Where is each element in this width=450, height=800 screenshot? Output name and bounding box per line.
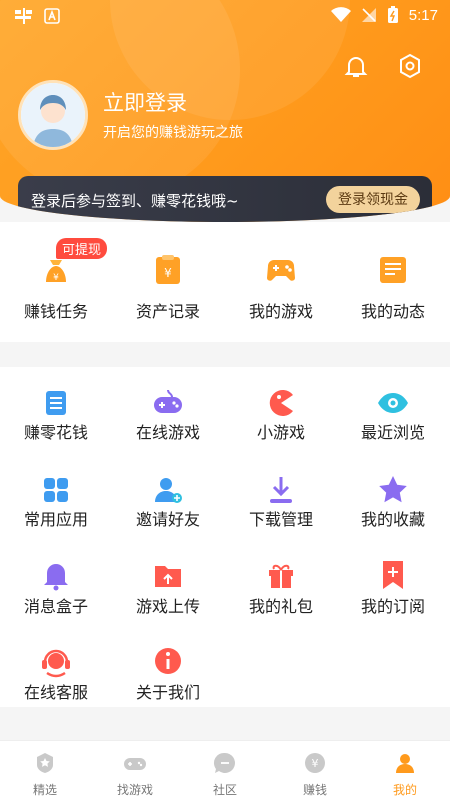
grid-item-favorites[interactable]: 我的收藏 bbox=[337, 452, 449, 537]
banner-text: 登录后参与签到、赚零花钱哦~ bbox=[31, 192, 239, 210]
gamepad-icon bbox=[267, 260, 295, 281]
nav-find-games[interactable]: 找游戏 bbox=[90, 741, 180, 800]
nav-featured[interactable]: 精选 bbox=[0, 741, 90, 800]
avatar[interactable] bbox=[18, 80, 88, 150]
bell-icon bbox=[44, 564, 68, 591]
login-cash-button[interactable]: 登录领现金 bbox=[326, 186, 420, 213]
grid-item-customer-service[interactable]: 在线客服 bbox=[0, 625, 112, 710]
bell-icon[interactable] bbox=[342, 52, 370, 80]
bottom-navigation: 精选 找游戏 社区 ¥ 赚钱 我的 bbox=[0, 740, 450, 800]
quick-item-label: 我的动态 bbox=[360, 302, 425, 321]
profile-header: 5:17 立即登录 开启您的赚钱游玩之旅 登录后参与签到、赚零花钱哦~ 登录领现… bbox=[0, 0, 450, 222]
nav-label: 我的 bbox=[392, 783, 417, 797]
login-banner[interactable]: 登录后参与签到、赚零花钱哦~ 登录领现金 bbox=[18, 176, 432, 222]
find-game-icon bbox=[124, 758, 146, 770]
bookmark-plus-icon bbox=[383, 561, 403, 589]
upload-folder-icon bbox=[155, 566, 181, 587]
quick-item-label: 赚钱任务 bbox=[23, 302, 88, 321]
grid-item-pocket-money[interactable]: 赚零花钱 bbox=[0, 367, 112, 452]
earn-icon: ¥ bbox=[305, 753, 325, 773]
status-bar: 5:17 bbox=[0, 0, 450, 32]
invite-user-icon bbox=[155, 478, 182, 503]
quick-item-earn-tasks[interactable]: ¥ 可提现 赚钱任务 bbox=[0, 222, 112, 342]
headset-icon bbox=[42, 649, 70, 678]
grid-item-recent-browse[interactable]: 最近浏览 bbox=[337, 367, 449, 452]
svg-text:¥: ¥ bbox=[312, 757, 319, 770]
grid-item-label: 我的礼包 bbox=[248, 597, 313, 616]
grid-item-label: 在线游戏 bbox=[135, 423, 200, 442]
grid-item-label: 邀请好友 bbox=[135, 510, 200, 529]
controller-icon bbox=[154, 389, 182, 413]
apps-icon bbox=[44, 478, 68, 502]
grid-item-label: 最近浏览 bbox=[360, 423, 425, 442]
feature-grid: 赚零花钱 在线游戏 小游戏 最近浏览 常用应用 邀请好友 下载管理 我的收藏 消… bbox=[0, 367, 450, 707]
grid-item-label: 下载管理 bbox=[248, 510, 313, 529]
grid-item-label: 消息盒子 bbox=[23, 597, 88, 616]
grid-item-label: 我的订阅 bbox=[360, 597, 425, 616]
quick-actions: ¥ 可提现 赚钱任务 ¥ 资产记录 我的游戏 我的动态 bbox=[0, 222, 450, 342]
svg-text:¥: ¥ bbox=[53, 273, 59, 283]
pacman-icon bbox=[269, 390, 293, 416]
community-icon bbox=[213, 752, 235, 773]
grid-item-common-apps[interactable]: 常用应用 bbox=[0, 452, 112, 537]
task-list-icon bbox=[46, 391, 66, 415]
asset-record-icon: ¥ bbox=[156, 255, 180, 284]
grid-item-download-manager[interactable]: 下载管理 bbox=[225, 452, 337, 537]
news-icon bbox=[380, 257, 406, 283]
me-icon bbox=[396, 754, 414, 773]
gift-icon bbox=[269, 564, 293, 588]
no-signal-icon bbox=[361, 8, 376, 22]
featured-icon bbox=[37, 753, 53, 773]
quick-item-my-posts[interactable]: 我的动态 bbox=[337, 222, 449, 342]
grid-item-mini-games[interactable]: 小游戏 bbox=[225, 367, 337, 452]
app-notification-icon bbox=[15, 8, 32, 24]
grid-item-about-us[interactable]: 关于我们 bbox=[112, 625, 224, 710]
info-icon bbox=[155, 648, 181, 674]
quick-item-label: 我的游戏 bbox=[248, 302, 313, 321]
nav-label: 找游戏 bbox=[116, 783, 153, 797]
grid-item-online-games[interactable]: 在线游戏 bbox=[112, 367, 224, 452]
wifi-icon bbox=[330, 7, 351, 22]
grid-item-label: 关于我们 bbox=[135, 683, 200, 702]
grid-item-subscriptions[interactable]: 我的订阅 bbox=[337, 539, 449, 624]
grid-item-label: 我的收藏 bbox=[360, 510, 425, 529]
nav-label: 赚钱 bbox=[302, 783, 327, 797]
withdraw-badge: 可提现 bbox=[56, 238, 108, 259]
svg-text:¥: ¥ bbox=[164, 266, 172, 280]
eye-icon bbox=[378, 393, 408, 413]
grid-item-game-upload[interactable]: 游戏上传 bbox=[112, 539, 224, 624]
nav-me[interactable]: 我的 bbox=[360, 741, 450, 800]
quick-item-asset-record[interactable]: ¥ 资产记录 bbox=[112, 222, 224, 342]
grid-item-label: 常用应用 bbox=[23, 510, 88, 529]
a-notification-icon bbox=[44, 8, 60, 24]
status-time: 5:17 bbox=[408, 6, 438, 24]
nav-label: 社区 bbox=[212, 783, 237, 797]
battery-charging-icon bbox=[387, 6, 398, 23]
quick-item-label: 资产记录 bbox=[135, 302, 200, 321]
settings-icon[interactable] bbox=[396, 52, 424, 80]
grid-item-label: 游戏上传 bbox=[135, 597, 200, 616]
grid-item-my-gifts[interactable]: 我的礼包 bbox=[225, 539, 337, 624]
grid-item-label: 小游戏 bbox=[256, 423, 305, 442]
grid-item-message-box[interactable]: 消息盒子 bbox=[0, 539, 112, 624]
login-subtitle: 开启您的赚钱游玩之旅 bbox=[103, 125, 243, 141]
grid-item-invite-friends[interactable]: 邀请好友 bbox=[112, 452, 224, 537]
grid-item-label: 在线客服 bbox=[23, 683, 88, 702]
login-title[interactable]: 立即登录 bbox=[103, 87, 187, 117]
quick-item-my-games[interactable]: 我的游戏 bbox=[225, 222, 337, 342]
default-avatar-icon bbox=[21, 83, 85, 147]
star-icon bbox=[379, 476, 407, 503]
grid-item-label: 赚零花钱 bbox=[23, 423, 88, 442]
nav-label: 精选 bbox=[32, 783, 57, 797]
download-icon bbox=[270, 477, 292, 503]
nav-community[interactable]: 社区 bbox=[180, 741, 270, 800]
nav-earn[interactable]: ¥ 赚钱 bbox=[270, 741, 360, 800]
